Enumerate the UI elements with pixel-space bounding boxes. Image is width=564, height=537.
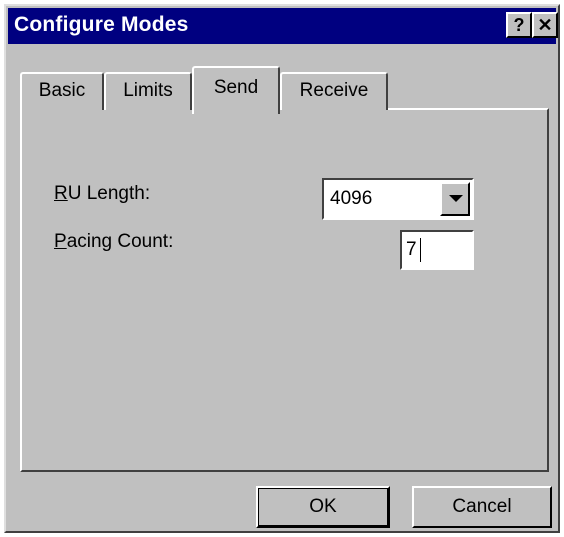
ru-length-value: 4096 [330, 188, 373, 209]
ru-length-label: RU Length: [54, 183, 150, 205]
close-icon: ✕ [537, 15, 553, 35]
tab-basic-label: Basic [38, 80, 86, 101]
pacing-count-label: Pacing Count: [54, 231, 173, 253]
dialog-title: Configure Modes [14, 13, 189, 36]
ok-button-label: OK [309, 496, 337, 517]
title-bar[interactable]: Configure Modes ? ✕ [8, 8, 558, 44]
pacing-count-input[interactable]: 7 [400, 230, 474, 270]
tab-send-label: Send [213, 77, 259, 98]
tab-limits[interactable]: Limits [104, 72, 192, 110]
pacing-count-value: 7 [406, 239, 417, 260]
pacing-count-label-text: acing Count: [66, 231, 174, 252]
pacing-count-mnemonic: P [54, 231, 67, 252]
tab-limits-label: Limits [123, 80, 173, 101]
tab-send[interactable]: Send [192, 66, 280, 114]
tab-receive[interactable]: Receive [280, 72, 388, 110]
tab-basic[interactable]: Basic [20, 72, 104, 110]
close-button[interactable]: ✕ [532, 12, 558, 38]
cancel-button-label: Cancel [452, 496, 512, 517]
dropdown-arrow-button[interactable] [440, 182, 470, 216]
ru-length-dropdown[interactable]: 4096 [322, 178, 474, 220]
help-icon: ? [513, 15, 525, 35]
cancel-button[interactable]: Cancel [412, 486, 552, 528]
help-button[interactable]: ? [506, 12, 532, 38]
tab-receive-label: Receive [299, 80, 369, 101]
ok-button[interactable]: OK [256, 486, 390, 528]
ru-length-mnemonic: R [54, 183, 68, 204]
chevron-down-icon [449, 195, 463, 202]
text-caret [420, 238, 421, 262]
ru-length-label-text: U Length: [67, 183, 151, 204]
send-tab-panel [20, 108, 549, 472]
configure-modes-dialog: Configure Modes ? ✕ Basic Limits Send Re… [4, 4, 560, 533]
